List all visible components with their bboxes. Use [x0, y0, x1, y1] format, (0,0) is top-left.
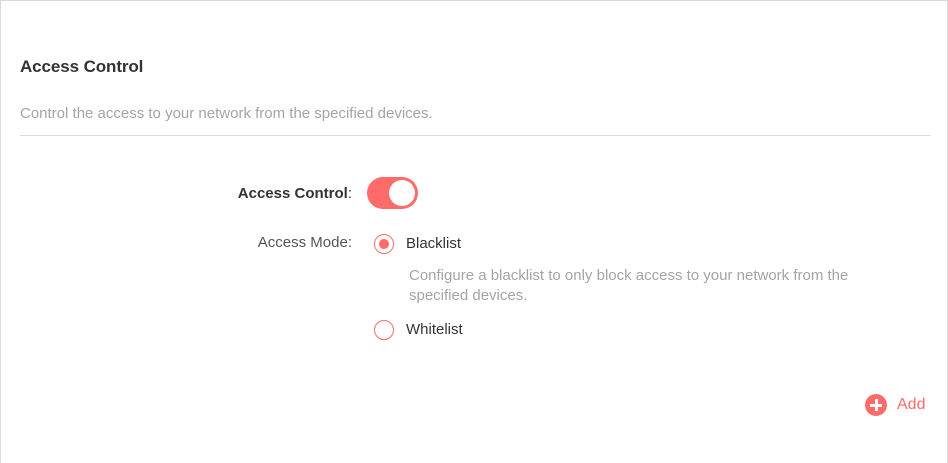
access-control-label-colon: :: [347, 185, 352, 202]
section-title: Access Control: [20, 57, 144, 76]
whitelist-radio-label[interactable]: Whitelist: [406, 321, 463, 338]
access-control-panel: Access Control Control the access to you…: [0, 0, 948, 463]
toggle-knob: [389, 180, 415, 206]
access-control-label-text: Access Control: [237, 185, 348, 202]
whitelist-radio[interactable]: [374, 320, 394, 340]
access-mode-label: Access Mode:: [257, 234, 352, 251]
blacklist-help-text: Configure a blacklist to only block acce…: [409, 267, 849, 304]
add-button-label: Add: [897, 396, 926, 413]
access-control-label: Access Control:: [238, 185, 352, 202]
add-button[interactable]: Add: [865, 394, 925, 416]
plus-circle-icon: [865, 394, 887, 416]
access-control-toggle[interactable]: [367, 177, 418, 209]
blacklist-radio[interactable]: [374, 234, 394, 254]
blacklist-radio-label[interactable]: Blacklist: [406, 235, 461, 252]
section-divider: [20, 135, 931, 136]
section-description: Control the access to your network from …: [20, 105, 433, 122]
